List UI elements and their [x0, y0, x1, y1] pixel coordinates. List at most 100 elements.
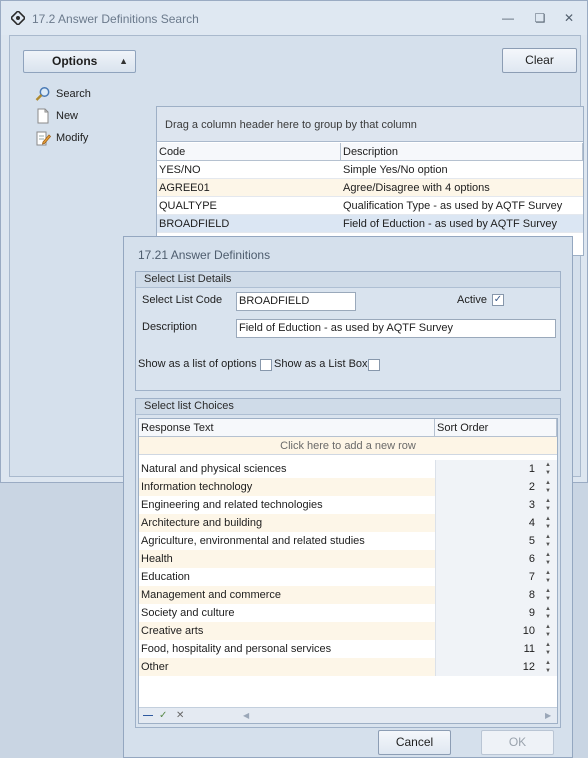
options-panel-header[interactable]: Options ▲: [23, 50, 136, 73]
sort-order-cell[interactable]: 3: [435, 496, 539, 514]
spin-arrows-icon[interactable]: ▲ ▼: [539, 658, 557, 676]
option-modify-label: Modify: [56, 132, 89, 144]
description-cell: Agree/Disagree with 4 options: [343, 182, 490, 194]
spin-arrows-icon[interactable]: ▲ ▼: [539, 478, 557, 496]
response-text-cell: Agriculture, environmental and related s…: [141, 535, 365, 547]
minimize-icon[interactable]: —: [499, 10, 517, 26]
option-search-label: Search: [56, 88, 91, 100]
spin-arrows-icon[interactable]: ▲ ▼: [539, 550, 557, 568]
list-item[interactable]: Agriculture, environmental and related s…: [139, 532, 557, 550]
table-row[interactable]: YES/NO Simple Yes/No option: [157, 161, 583, 179]
search-icon: [35, 87, 50, 101]
description-cell: Field of Eduction - as used by AQTF Surv…: [343, 218, 557, 230]
edit-icon: [36, 131, 51, 146]
sort-order-cell[interactable]: 7: [435, 568, 539, 586]
sort-order-cell[interactable]: 5: [435, 532, 539, 550]
description-field[interactable]: Field of Eduction - as used by AQTF Surv…: [236, 319, 556, 338]
cancel-edit-icon[interactable]: ✕: [176, 709, 184, 723]
column-header-response-text[interactable]: Response Text: [139, 419, 435, 437]
chevron-up-icon: ▲: [119, 56, 128, 66]
sort-order-cell[interactable]: 8: [435, 586, 539, 604]
sort-order-cell[interactable]: 10: [435, 622, 539, 640]
scroll-left-icon[interactable]: ◀: [243, 709, 249, 723]
close-icon[interactable]: ✕: [560, 10, 578, 26]
list-item[interactable]: Natural and physical sciences 1 ▲ ▼: [139, 460, 557, 478]
active-label: Active: [457, 294, 487, 306]
response-text-cell: Natural and physical sciences: [141, 463, 287, 475]
response-text-cell: Architecture and building: [141, 517, 263, 529]
code-cell: AGREE01: [159, 182, 210, 194]
scroll-right-icon[interactable]: ▶: [545, 709, 551, 723]
group-caption: Select List Details: [136, 272, 560, 288]
spin-arrows-icon[interactable]: ▲ ▼: [539, 604, 557, 622]
spin-arrows-icon[interactable]: ▲ ▼: [539, 640, 557, 658]
spin-arrows-icon[interactable]: ▲ ▼: [539, 586, 557, 604]
window-title: 17.2 Answer Definitions Search: [32, 12, 199, 26]
show-as-options-label: Show as a list of options: [138, 358, 257, 370]
list-item[interactable]: Management and commerce 8 ▲ ▼: [139, 586, 557, 604]
list-item[interactable]: Engineering and related technologies 3 ▲…: [139, 496, 557, 514]
sort-order-cell[interactable]: 2: [435, 478, 539, 496]
spin-arrows-icon[interactable]: ▲ ▼: [539, 496, 557, 514]
restore-icon[interactable]: ❏: [531, 10, 549, 26]
answer-definitions-grid: Drag a column header here to group by th…: [156, 106, 584, 256]
show-as-listbox-checkbox[interactable]: [368, 359, 380, 371]
code-cell: QUALTYPE: [159, 200, 217, 212]
dialog-title-bar: 17.21 Answer Definitions: [124, 237, 572, 271]
grid-navigator: — ✓ ✕ ◀ ▶: [139, 707, 557, 723]
confirm-icon[interactable]: ✓: [159, 709, 167, 723]
active-checkbox[interactable]: ✓: [492, 294, 504, 306]
spin-arrows-icon[interactable]: ▲ ▼: [539, 532, 557, 550]
dialog-title: 17.21 Answer Definitions: [138, 248, 271, 262]
code-cell: BROADFIELD: [159, 218, 230, 230]
clear-button[interactable]: Clear: [502, 48, 577, 73]
response-text-cell: Management and commerce: [141, 589, 282, 601]
list-item[interactable]: Food, hospitality and personal services …: [139, 640, 557, 658]
table-row[interactable]: QUALTYPE Qualification Type - as used by…: [157, 197, 583, 215]
options-label: Options: [52, 54, 98, 68]
group-by-panel[interactable]: Drag a column header here to group by th…: [157, 107, 583, 142]
description-cell: Simple Yes/No option: [343, 164, 448, 176]
response-text-cell: Information technology: [141, 481, 253, 493]
description-cell: Qualification Type - as used by AQTF Sur…: [343, 200, 563, 212]
list-item[interactable]: Information technology 2 ▲ ▼: [139, 478, 557, 496]
table-row-selected[interactable]: BROADFIELD Field of Eduction - as used b…: [157, 215, 583, 233]
ok-button[interactable]: OK: [481, 730, 554, 755]
select-list-code-label: Select List Code: [142, 294, 223, 306]
list-item[interactable]: Society and culture 9 ▲ ▼: [139, 604, 557, 622]
spin-arrows-icon[interactable]: ▲ ▼: [539, 514, 557, 532]
column-header-sort-order[interactable]: Sort Order: [435, 419, 557, 437]
spin-arrows-icon[interactable]: ▲ ▼: [539, 568, 557, 586]
group-caption: Select list Choices: [136, 399, 560, 415]
column-header-code[interactable]: Code: [157, 143, 341, 161]
response-text-cell: Education: [141, 571, 190, 583]
spin-arrows-icon[interactable]: ▲ ▼: [539, 460, 557, 478]
remove-row-icon[interactable]: —: [143, 709, 153, 723]
choices-grid: Response Text Sort Order Click here to a…: [138, 418, 558, 724]
response-text-cell: Creative arts: [141, 625, 204, 637]
cancel-button[interactable]: Cancel: [378, 730, 451, 755]
add-new-row[interactable]: Click here to add a new row: [139, 437, 557, 455]
sort-order-cell[interactable]: 4: [435, 514, 539, 532]
response-text-cell: Food, hospitality and personal services: [141, 643, 332, 655]
show-as-listbox-label: Show as a List Box: [274, 358, 368, 370]
sort-order-cell[interactable]: 11: [435, 640, 539, 658]
list-item[interactable]: Creative arts 10 ▲ ▼: [139, 622, 557, 640]
sort-order-cell[interactable]: 9: [435, 604, 539, 622]
list-item[interactable]: Health 6 ▲ ▼: [139, 550, 557, 568]
sort-order-cell[interactable]: 1: [435, 460, 539, 478]
app-logo-icon: [11, 11, 25, 25]
list-item[interactable]: Education 7 ▲ ▼: [139, 568, 557, 586]
option-new-label: New: [56, 110, 79, 122]
select-list-code-field[interactable]: BROADFIELD: [236, 292, 356, 311]
list-item[interactable]: Architecture and building 4 ▲ ▼: [139, 514, 557, 532]
column-header-description[interactable]: Description: [341, 143, 583, 161]
response-text-cell: Other: [141, 661, 169, 673]
sort-order-cell[interactable]: 12: [435, 658, 539, 676]
response-text-cell: Engineering and related technologies: [141, 499, 323, 511]
sort-order-cell[interactable]: 6: [435, 550, 539, 568]
list-item[interactable]: Other 12 ▲ ▼: [139, 658, 557, 676]
show-as-options-checkbox[interactable]: [260, 359, 272, 371]
table-row[interactable]: AGREE01 Agree/Disagree with 4 options: [157, 179, 583, 197]
spin-arrows-icon[interactable]: ▲ ▼: [539, 622, 557, 640]
